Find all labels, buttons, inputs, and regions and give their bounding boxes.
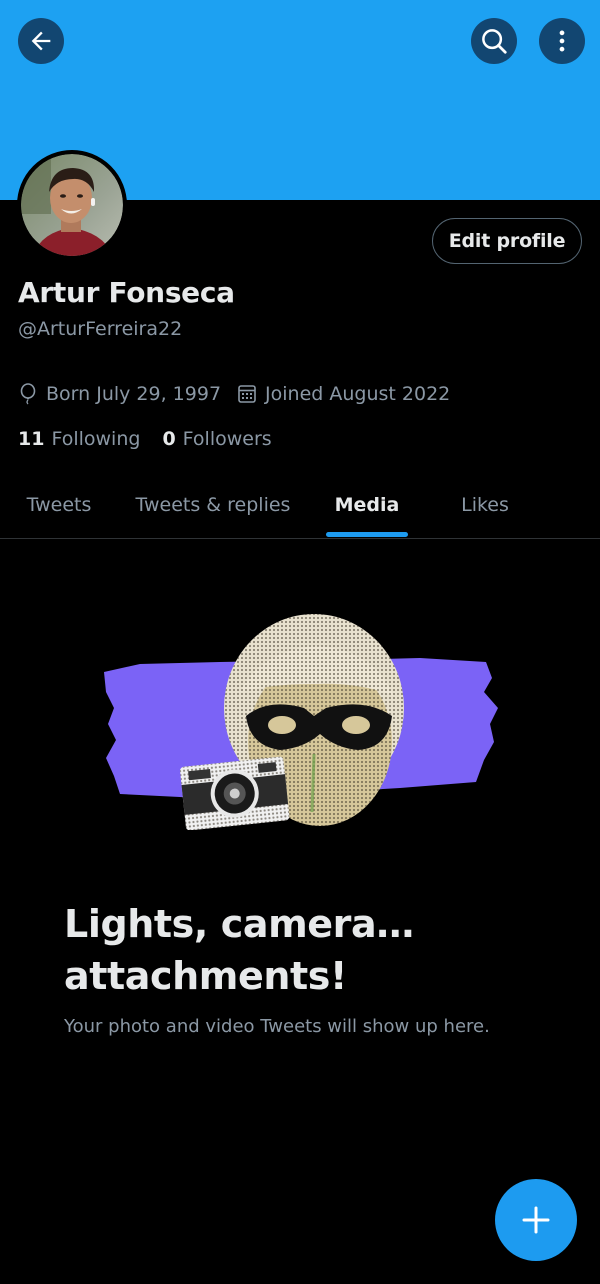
tab-tweets[interactable]: Tweets	[0, 472, 118, 538]
compose-tweet-button[interactable]	[495, 1179, 577, 1261]
back-button[interactable]	[18, 18, 64, 64]
profile-handle: @ArturFerreira22	[18, 318, 183, 340]
tab-media[interactable]: Media	[308, 472, 426, 538]
profile-name: Artur Fonseca	[18, 276, 235, 309]
birthday-text: Born July 29, 1997	[46, 383, 222, 405]
balloon-icon	[20, 383, 36, 405]
joined-text: Joined August 2022	[265, 383, 451, 405]
avatar[interactable]	[17, 150, 127, 260]
empty-state-title-line1: Lights, camera…	[64, 902, 414, 946]
search-button[interactable]	[471, 18, 517, 64]
followers-count: 0	[162, 428, 176, 450]
tab-tweets-replies[interactable]: Tweets & replies	[118, 472, 308, 538]
plus-icon	[522, 1206, 550, 1234]
profile-tabs: Tweets Tweets & replies Media Likes	[0, 472, 600, 539]
followers-link[interactable]: 0 Followers	[162, 428, 271, 450]
joined-item: Joined August 2022	[237, 383, 450, 405]
followers-label: Followers	[182, 428, 272, 450]
birthday-item: Born July 29, 1997	[18, 383, 221, 405]
profile-meta: Born July 29, 1997 Joined August 2022	[18, 380, 466, 408]
following-label: Following	[51, 428, 141, 450]
empty-state-title: Lights, camera… attachments!	[64, 898, 534, 1002]
active-tab-indicator	[326, 532, 408, 537]
arrow-left-icon	[31, 31, 51, 51]
empty-media-illustration	[104, 614, 498, 830]
following-link[interactable]: 11 Following	[18, 428, 140, 450]
search-icon	[482, 29, 507, 54]
more-vertical-icon	[559, 30, 565, 52]
tab-likes[interactable]: Likes	[426, 472, 544, 538]
empty-state-subtitle: Your photo and video Tweets will show up…	[64, 1016, 490, 1037]
empty-state-title-line2: attachments!	[64, 954, 347, 998]
calendar-icon	[238, 385, 256, 403]
avatar-photo	[21, 154, 123, 256]
edit-profile-button[interactable]: Edit profile	[432, 218, 582, 264]
following-count: 11	[18, 428, 45, 450]
more-options-button[interactable]	[539, 18, 585, 64]
follow-stats: 11 Following 0 Followers	[18, 425, 294, 453]
